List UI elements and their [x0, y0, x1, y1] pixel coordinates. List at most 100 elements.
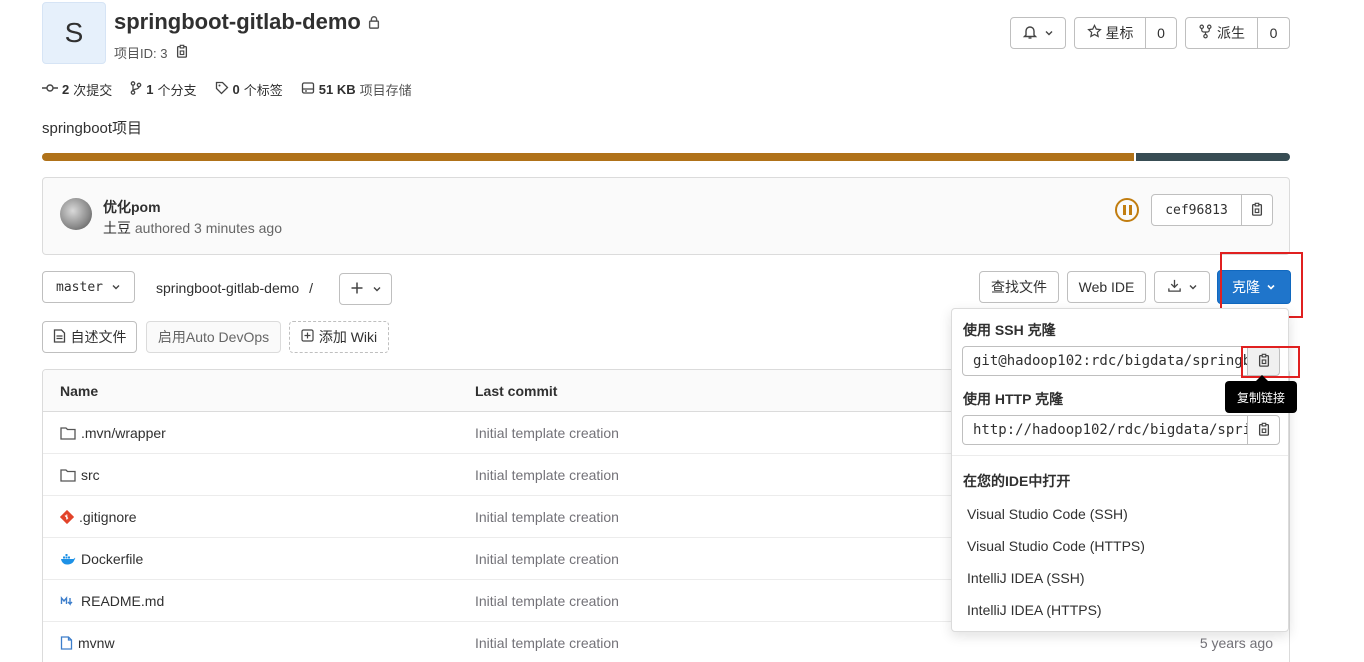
- file-name-cell[interactable]: mvnw: [60, 622, 115, 662]
- star-label: 星标: [1105, 25, 1134, 41]
- find-file-button[interactable]: 查找文件: [979, 271, 1059, 303]
- tags-stat[interactable]: 0 个标签: [215, 80, 283, 99]
- column-name: Name: [60, 383, 99, 399]
- branch-selector[interactable]: master: [42, 271, 135, 303]
- ide-open-title: 在您的IDE中打开: [963, 473, 1071, 489]
- file-commit[interactable]: Initial template creation: [475, 412, 619, 454]
- file-name-cell[interactable]: Dockerfile: [60, 538, 143, 580]
- ide-intellij-https[interactable]: IntelliJ IDEA (HTTPS): [967, 602, 1102, 618]
- breadcrumb: springboot-gitlab-demo /: [156, 280, 313, 296]
- project-name: springboot-gitlab-demo: [114, 9, 361, 34]
- web-ide-button[interactable]: Web IDE: [1067, 271, 1146, 303]
- file-name-cell[interactable]: src: [60, 454, 100, 496]
- commit-sha-group: cef96813: [1151, 194, 1273, 226]
- ide-intellij-ssh[interactable]: IntelliJ IDEA (SSH): [967, 570, 1084, 586]
- file-commit[interactable]: Initial template creation: [475, 496, 619, 538]
- language-segment[interactable]: [1134, 153, 1290, 161]
- file-name[interactable]: README.md: [81, 593, 164, 609]
- commit-title[interactable]: 优化pom: [103, 197, 161, 217]
- copy-http-button[interactable]: [1247, 415, 1280, 445]
- star-count[interactable]: 0: [1146, 17, 1177, 49]
- plus-square-icon: [301, 329, 314, 345]
- add-file-dropdown[interactable]: [339, 273, 392, 305]
- file-name[interactable]: mvnw: [78, 635, 115, 651]
- commits-label: 次提交: [73, 83, 113, 98]
- storage-icon: [301, 81, 315, 98]
- commit-icon: [42, 81, 58, 98]
- file-name[interactable]: Dockerfile: [81, 551, 143, 567]
- star-button-group[interactable]: 星标 0: [1074, 17, 1177, 49]
- tags-label: 个标签: [243, 83, 283, 98]
- folder-icon: [60, 468, 76, 482]
- branch-name: master: [56, 279, 103, 295]
- chevron-down-icon: [372, 281, 382, 297]
- commit-meta: 土豆 authored 3 minutes ago: [103, 218, 282, 238]
- chevron-down-icon: [1188, 279, 1198, 295]
- wiki-label: 添加 Wiki: [318, 329, 378, 345]
- ide-vscode-ssh[interactable]: Visual Studio Code (SSH): [967, 506, 1128, 522]
- breadcrumb-project[interactable]: springboot-gitlab-demo: [156, 280, 299, 296]
- docker-icon: [60, 552, 76, 566]
- file-name[interactable]: .mvn/wrapper: [81, 425, 166, 441]
- ssh-url-input[interactable]: git@hadoop102:rdc/bigdata/springboot-git…: [962, 346, 1248, 376]
- add-readme-button[interactable]: 自述文件: [42, 321, 137, 353]
- language-segment[interactable]: [42, 153, 1134, 161]
- file-name[interactable]: src: [81, 467, 100, 483]
- ssh-clone-title: 使用 SSH 克隆: [963, 322, 1056, 338]
- clone-dropdown: 使用 SSH 克隆 git@hadoop102:rdc/bigdata/spri…: [951, 308, 1289, 632]
- commit-time: authored 3 minutes ago: [134, 220, 282, 236]
- http-clone-title: 使用 HTTP 克隆: [963, 391, 1064, 407]
- download-icon: [1167, 278, 1182, 296]
- ide-vscode-https[interactable]: Visual Studio Code (HTTPS): [967, 538, 1145, 554]
- file-commit[interactable]: Initial template creation: [475, 538, 619, 580]
- file-commit[interactable]: Initial template creation: [475, 580, 619, 622]
- file-name-cell[interactable]: .gitignore: [60, 496, 137, 538]
- notification-button[interactable]: [1010, 17, 1066, 49]
- copy-highlight-box: [1241, 346, 1300, 378]
- storage-stat[interactable]: 51 KB 项目存储: [301, 80, 412, 99]
- author-avatar[interactable]: [60, 198, 92, 230]
- fork-label: 派生: [1217, 25, 1245, 41]
- language-bar[interactable]: [42, 153, 1290, 161]
- branches-stat[interactable]: 1 个分支: [130, 80, 197, 99]
- fork-button[interactable]: 派生: [1185, 17, 1258, 49]
- fork-count[interactable]: 0: [1258, 17, 1290, 49]
- file-name[interactable]: .gitignore: [79, 509, 137, 525]
- file-commit[interactable]: Initial template creation: [475, 622, 619, 662]
- project-id: 项目ID: 3: [114, 43, 189, 62]
- copy-link-tooltip: 复制链接: [1225, 375, 1297, 413]
- chevron-down-icon: [111, 279, 121, 295]
- commits-count: 2: [62, 82, 70, 97]
- project-description: springboot项目: [42, 120, 143, 137]
- fork-button-group[interactable]: 派生 0: [1185, 17, 1290, 49]
- file-name-cell[interactable]: README.md: [60, 580, 164, 622]
- folder-icon: [60, 426, 76, 440]
- branch-icon: [130, 81, 142, 98]
- file-commit[interactable]: Initial template creation: [475, 454, 619, 496]
- dropdown-divider: [952, 455, 1288, 456]
- file-name-cell[interactable]: .mvn/wrapper: [60, 412, 166, 454]
- commit-sha[interactable]: cef96813: [1151, 194, 1242, 226]
- commits-stat[interactable]: 2 次提交: [42, 80, 112, 99]
- auto-devops-button[interactable]: 启用Auto DevOps: [146, 321, 281, 353]
- commit-author[interactable]: 土豆: [103, 220, 131, 236]
- lock-icon: [367, 9, 381, 35]
- download-button[interactable]: [1154, 271, 1210, 303]
- copy-sha-button[interactable]: [1242, 194, 1273, 226]
- copy-icon[interactable]: [175, 44, 189, 61]
- copy-icon: [1250, 202, 1264, 219]
- star-icon: [1086, 23, 1102, 42]
- add-wiki-button[interactable]: 添加 Wiki: [289, 321, 389, 353]
- star-count-value: 0: [1157, 25, 1165, 41]
- column-last-commit: Last commit: [475, 383, 558, 399]
- project-stats: 2 次提交 1 个分支 0 个标签 51 KB 项目存储: [42, 80, 412, 99]
- bell-icon: [1022, 24, 1038, 43]
- star-button[interactable]: 星标: [1074, 17, 1146, 49]
- http-url-input[interactable]: http://hadoop102/rdc/bigdata/springboot-…: [962, 415, 1248, 445]
- pipeline-paused-icon[interactable]: [1115, 198, 1139, 222]
- tags-count: 0: [232, 82, 240, 97]
- last-commit-panel: 优化pom 土豆 authored 3 minutes ago cef96813: [42, 177, 1290, 255]
- project-id-label: 项目ID: 3: [114, 46, 168, 61]
- fork-count-value: 0: [1269, 25, 1278, 41]
- chevron-down-icon: [1044, 25, 1054, 41]
